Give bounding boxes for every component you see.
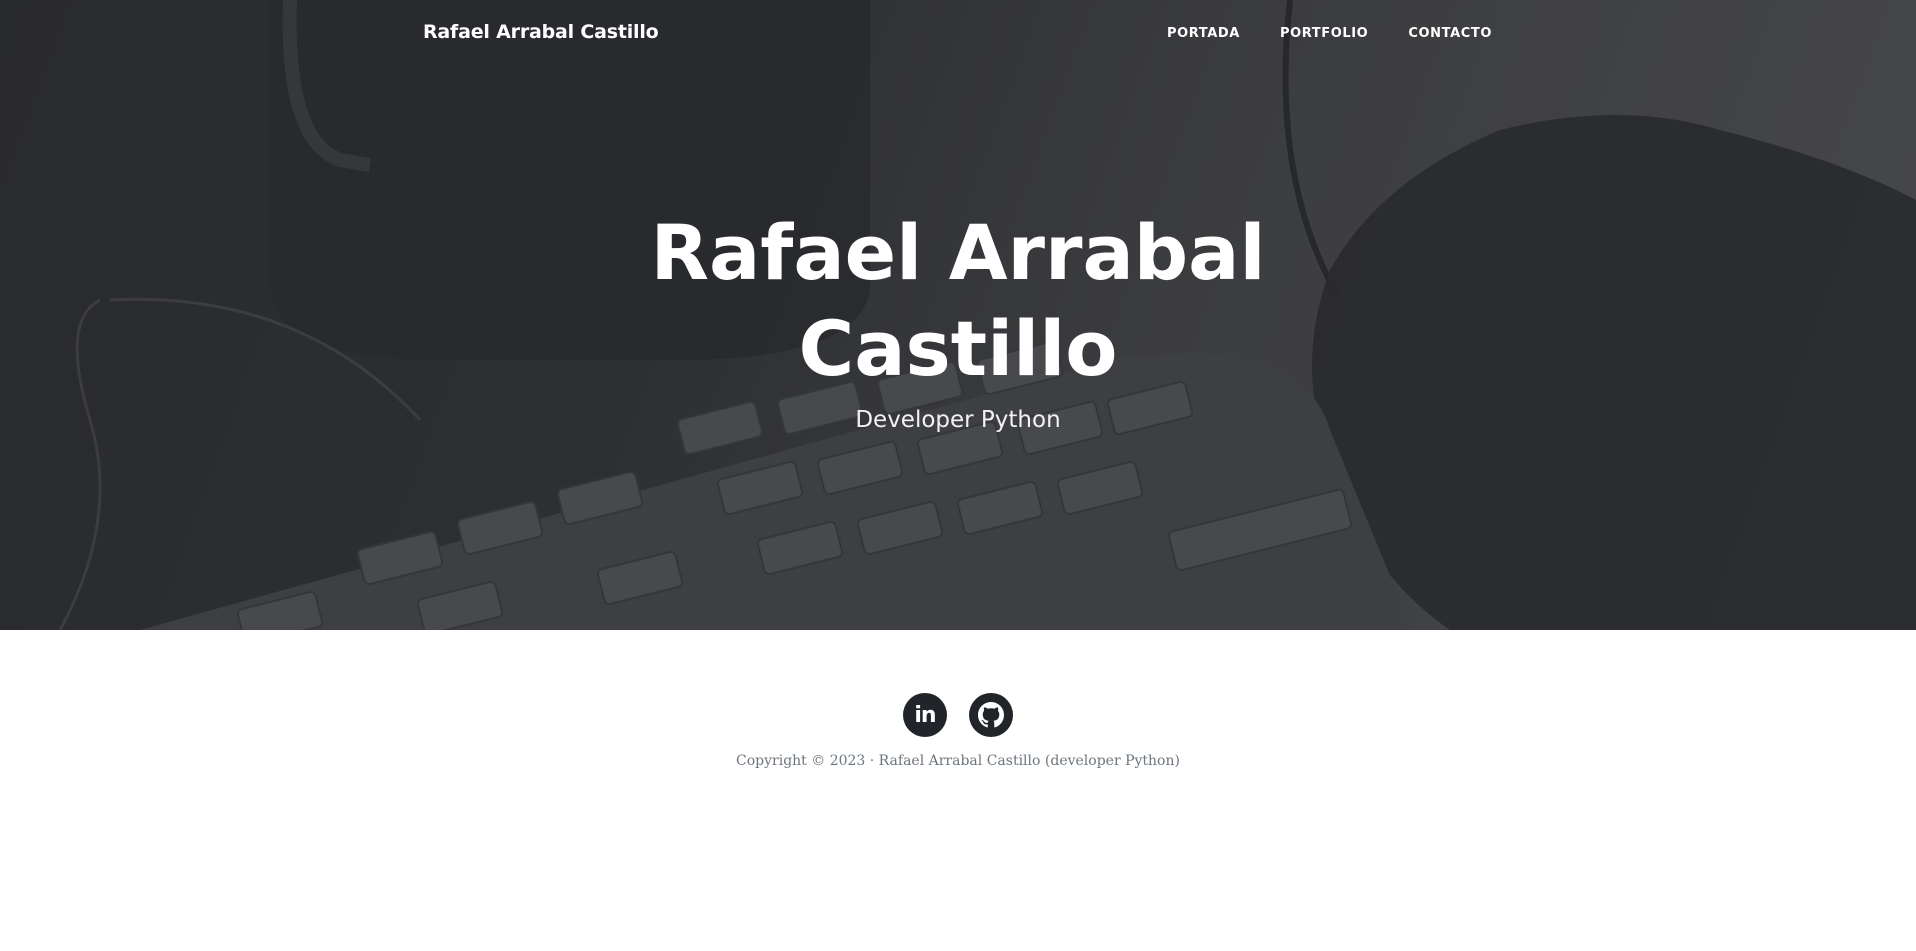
hero-section: Rafael Arrabal Castillo PORTADA PORTFOLI… xyxy=(0,0,1916,630)
linkedin-icon: in xyxy=(914,702,936,728)
footer: in Copyright © 2023 · Rafael Arrabal Cas… xyxy=(0,630,1916,951)
hero-heading-block: Rafael Arrabal Castillo Developer Python xyxy=(0,205,1916,433)
nav-menu: PORTADA PORTFOLIO CONTACTO xyxy=(1167,26,1492,41)
nav-link-portfolio[interactable]: PORTFOLIO xyxy=(1280,26,1368,41)
nav-link-portada[interactable]: PORTADA xyxy=(1167,26,1240,41)
hero-title: Rafael Arrabal Castillo xyxy=(650,208,1266,393)
linkedin-link[interactable]: in xyxy=(903,693,947,737)
github-link[interactable] xyxy=(969,693,1013,737)
github-icon xyxy=(978,702,1004,728)
brand-link[interactable]: Rafael Arrabal Castillo xyxy=(423,21,659,43)
copyright-text: Copyright © 2023 · Rafael Arrabal Castil… xyxy=(736,753,1180,769)
top-navbar: Rafael Arrabal Castillo PORTADA PORTFOLI… xyxy=(0,0,1916,70)
nav-link-contacto[interactable]: CONTACTO xyxy=(1408,26,1492,41)
hero-subtitle: Developer Python xyxy=(855,407,1061,433)
social-links: in xyxy=(0,693,1916,737)
